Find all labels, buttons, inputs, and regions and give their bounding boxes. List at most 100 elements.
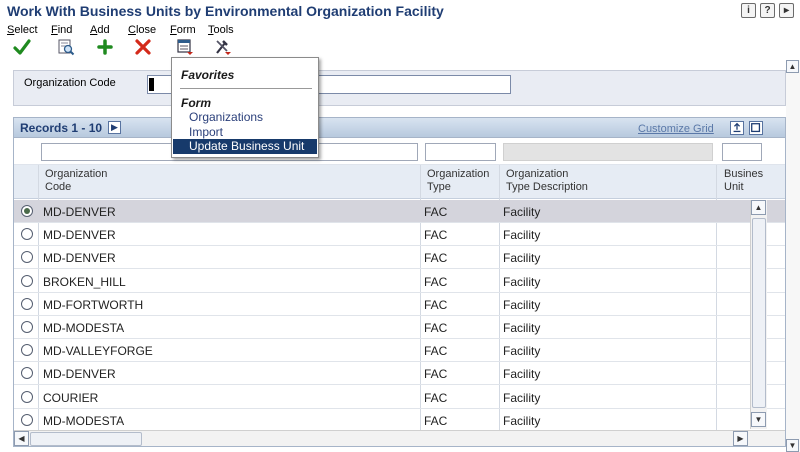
info-icon[interactable]: i <box>741 3 756 18</box>
row-select-radio[interactable] <box>21 321 33 333</box>
plus-icon <box>97 39 113 55</box>
cell-org-type-desc: Facility <box>503 274 541 289</box>
form-label: Form <box>170 24 196 36</box>
table-row[interactable]: MD-FORTWORTH FAC Facility <box>14 293 785 316</box>
text-caret <box>149 78 154 91</box>
col-org-code[interactable]: Organization Code <box>45 168 107 194</box>
page-vertical-scrollbar[interactable]: ▲ ▼ <box>786 60 800 452</box>
table-row[interactable]: BROKEN_HILL FAC Facility <box>14 270 785 293</box>
row-select-radio[interactable] <box>21 297 33 310</box>
customize-grid-link[interactable]: Customize Grid <box>638 123 714 135</box>
scroll-right-icon[interactable]: ▶ <box>733 431 748 446</box>
scroll-up-icon[interactable]: ▲ <box>751 200 766 215</box>
qbe-filter-row <box>14 139 785 165</box>
org-code-label: Organization Code <box>24 77 116 89</box>
form-dropdown-menu: Favorites Form Organizations Import Upda… <box>171 57 319 158</box>
cell-org-code: COURIER <box>43 390 99 405</box>
cell-org-type: FAC <box>424 274 448 289</box>
cell-org-type: FAC <box>424 413 448 428</box>
row-select-radio[interactable] <box>21 367 33 380</box>
table-row[interactable]: MD-DENVER FAC Facility <box>14 362 785 386</box>
row-select-radio[interactable] <box>21 205 33 217</box>
column-headers: Organization Code Organization Type Organi… <box>14 165 785 199</box>
checkmark-icon <box>13 39 31 55</box>
cell-org-type: FAC <box>424 321 448 335</box>
about-icon[interactable]: ▸ <box>779 3 794 18</box>
menu-item-import[interactable]: Import <box>189 125 223 139</box>
page-scroll-up-icon[interactable]: ▲ <box>786 60 799 73</box>
form-icon <box>177 39 193 55</box>
page-title: Work With Business Units by Environmenta… <box>7 3 444 19</box>
scroll-left-icon[interactable]: ◀ <box>14 431 29 446</box>
table-row[interactable]: MD-DENVER FAC Facility <box>14 200 785 223</box>
toolbar: Select Find Add Close Form Tools <box>0 24 800 60</box>
business-unit-filter[interactable] <box>722 143 762 161</box>
cell-org-type-desc: Facility <box>503 251 541 266</box>
grid-horizontal-scrollbar[interactable]: ◀ ▶ <box>14 430 785 446</box>
row-select-radio[interactable] <box>21 228 33 241</box>
cell-org-type: FAC <box>424 297 448 312</box>
cell-org-type-desc: Facility <box>503 297 541 312</box>
table-row[interactable]: MD-DENVER FAC Facility <box>14 246 785 270</box>
cell-org-type-desc: Facility <box>503 344 541 359</box>
menu-separator <box>180 88 312 89</box>
table-row[interactable]: MD-MODESTA FAC Facility <box>14 316 785 339</box>
export-icon[interactable] <box>730 121 744 135</box>
cell-org-type-desc: Facility <box>503 413 541 428</box>
cell-org-code: MD-MODESTA <box>43 321 125 335</box>
org-type-filter[interactable] <box>425 143 496 161</box>
tools-icon <box>216 40 231 55</box>
select-button[interactable]: Select <box>7 24 47 55</box>
menu-group-favorites[interactable]: Favorites <box>181 68 234 82</box>
menu-item-organizations[interactable]: Organizations <box>189 110 263 124</box>
find-button[interactable]: Find <box>51 24 91 56</box>
help-icon[interactable]: ? <box>760 3 775 18</box>
table-row[interactable]: MD-DENVER FAC Facility <box>14 223 785 247</box>
grid-header: Records 1 - 10 ▶ Customize Grid <box>14 118 785 138</box>
find-icon <box>58 39 75 56</box>
table-row[interactable]: MD-VALLEYFORGE FAC Facility <box>14 339 785 363</box>
vertical-scroll-thumb[interactable] <box>752 218 766 408</box>
cell-org-type: FAC <box>424 228 448 243</box>
grid-vertical-scrollbar[interactable]: ▲ ▼ <box>750 200 767 429</box>
col-org-type-desc[interactable]: Organization Type Description <box>506 168 588 194</box>
close-label: Close <box>128 24 157 36</box>
form-menu-button[interactable]: Form <box>170 24 210 55</box>
row-select-radio[interactable] <box>21 274 33 287</box>
title-bar: Work With Business Units by Environmenta… <box>0 0 800 22</box>
page-scroll-down-icon[interactable]: ▼ <box>786 439 799 452</box>
select-label: Select <box>7 24 38 36</box>
menu-item-update-business-unit[interactable]: Update Business Unit <box>173 139 317 154</box>
col-org-type[interactable]: Organization Type <box>427 168 489 194</box>
table-row[interactable]: MD-MODESTA FAC Facility <box>14 409 785 432</box>
tools-menu-button[interactable]: Tools <box>208 24 248 55</box>
add-button[interactable]: Add <box>90 24 130 55</box>
cell-org-type: FAC <box>424 367 448 382</box>
cell-org-type-desc: Facility <box>503 321 541 335</box>
maximize-grid-icon[interactable] <box>749 121 763 135</box>
cell-org-code: BROKEN_HILL <box>43 274 126 289</box>
cell-org-code: MD-DENVER <box>43 367 116 382</box>
cell-org-type: FAC <box>424 251 448 266</box>
row-select-radio[interactable] <box>21 390 33 403</box>
close-icon <box>135 39 151 55</box>
row-select-radio[interactable] <box>21 251 33 264</box>
row-select-radio[interactable] <box>21 413 33 426</box>
cell-org-type: FAC <box>424 344 448 359</box>
cell-org-code: MD-DENVER <box>43 228 116 243</box>
cell-org-type-desc: Facility <box>503 228 541 243</box>
table-row[interactable]: COURIER FAC Facility <box>14 386 785 409</box>
scroll-down-icon[interactable]: ▼ <box>751 412 766 427</box>
query-header: Organization Code <box>13 70 786 106</box>
org-type-desc-filter <box>503 143 713 161</box>
find-label: Find <box>51 24 73 36</box>
row-select-radio[interactable] <box>21 344 33 357</box>
horizontal-scroll-thumb[interactable] <box>30 432 142 446</box>
add-label: Add <box>90 24 110 36</box>
next-records-button[interactable]: ▶ <box>108 121 121 134</box>
close-button[interactable]: Close <box>128 24 168 55</box>
cell-org-code: MD-DENVER <box>43 251 116 266</box>
tools-label: Tools <box>208 24 234 36</box>
col-business-unit[interactable]: Busines Unit <box>724 168 763 194</box>
cell-org-code: MD-DENVER <box>43 205 116 219</box>
